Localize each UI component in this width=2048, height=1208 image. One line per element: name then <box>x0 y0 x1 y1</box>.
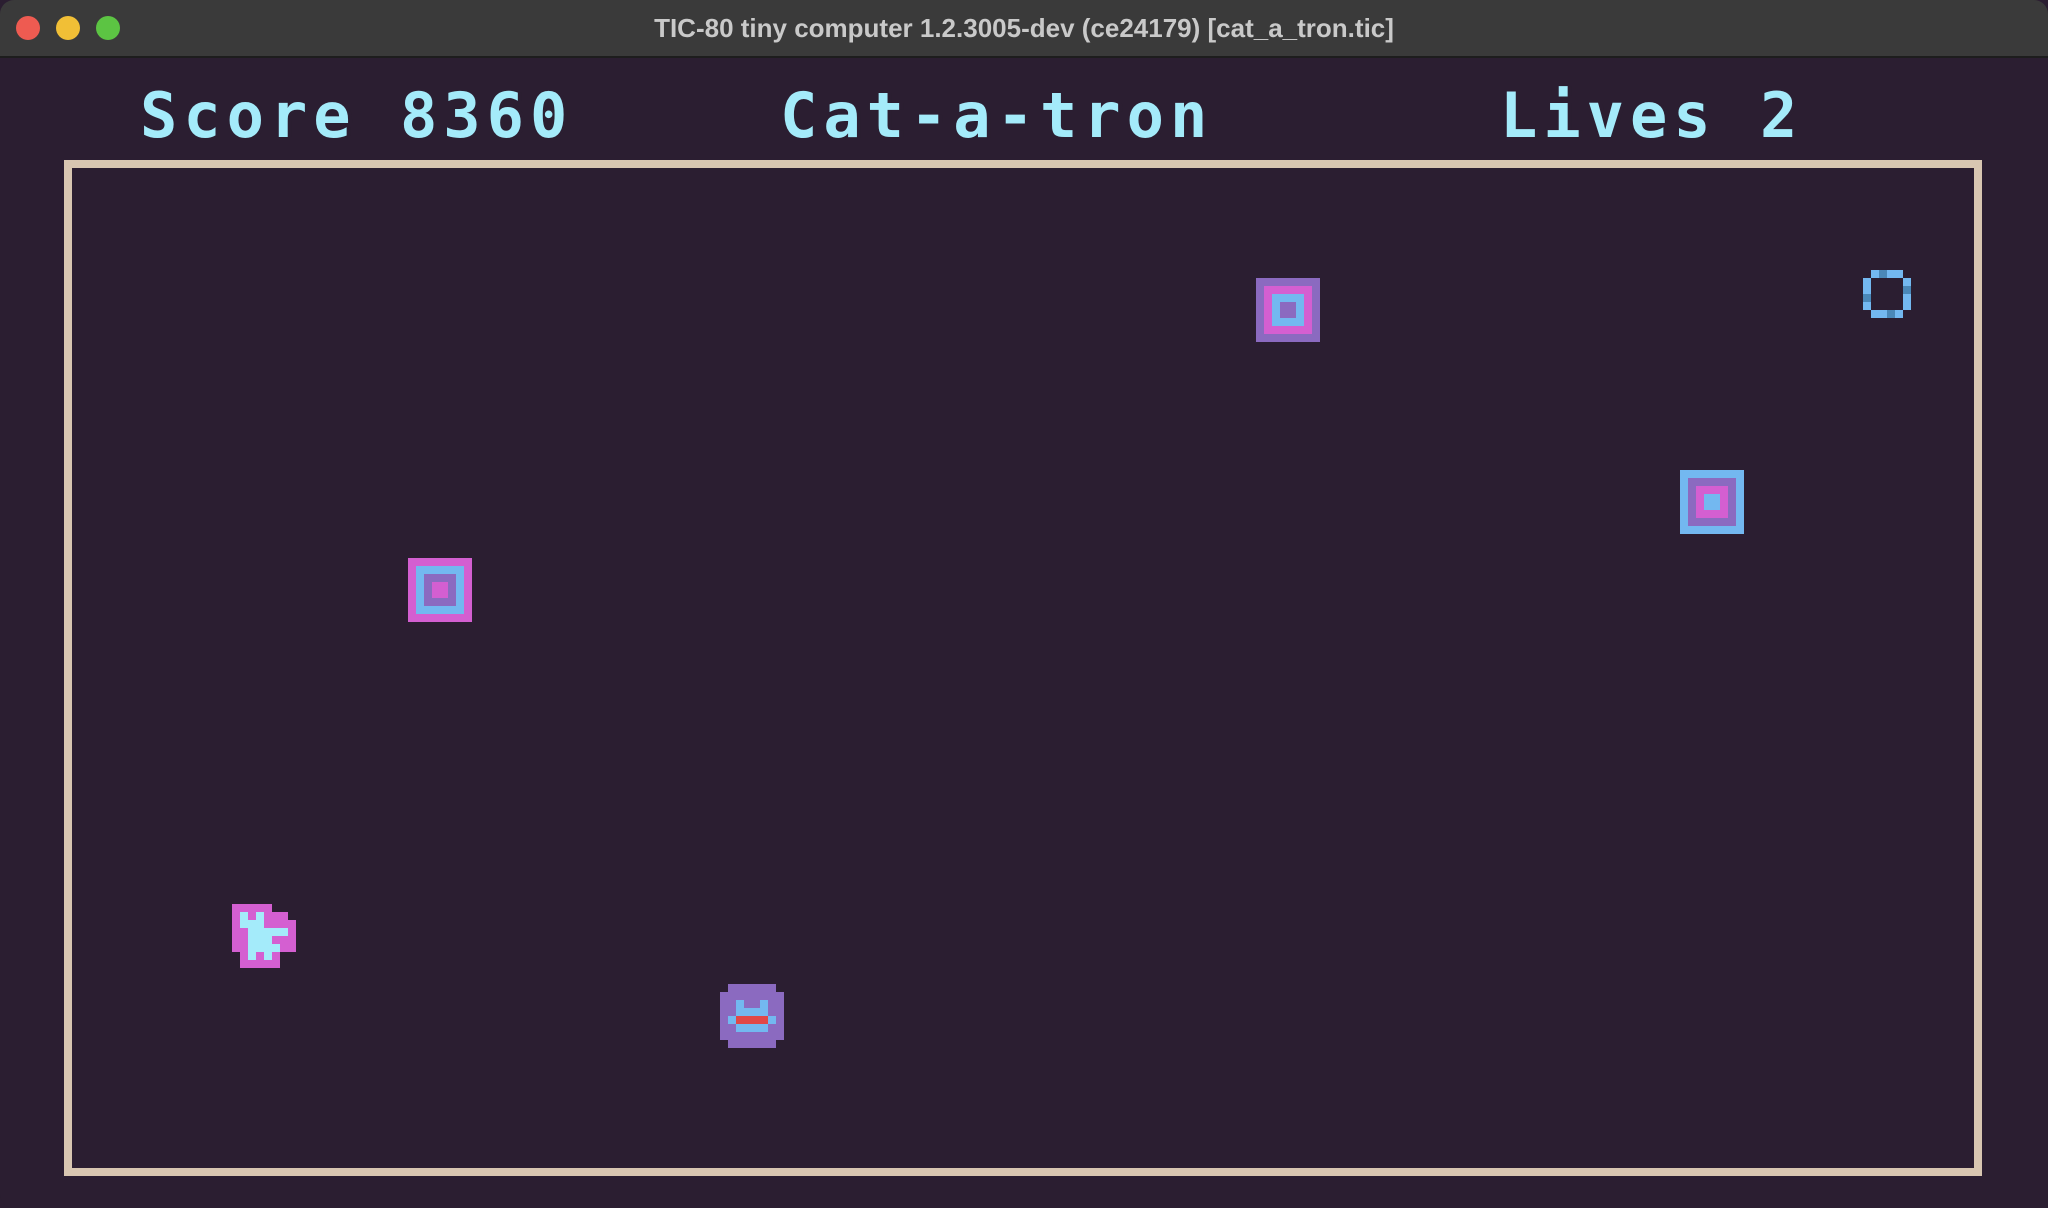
app-window: TIC-80 tiny computer 1.2.3005-dev (ce241… <box>0 0 2048 1208</box>
square-box-icon <box>408 558 472 622</box>
play-arena <box>64 160 1982 1176</box>
game-title: Cat-a-tron <box>780 79 1214 152</box>
square-box-icon <box>1680 470 1744 534</box>
lives-label: Lives 2 <box>1500 79 1804 152</box>
score-label: Score 8360 <box>140 79 574 152</box>
square-box-icon <box>1256 278 1320 342</box>
cat-icon <box>232 904 296 968</box>
title-bar: TIC-80 tiny computer 1.2.3005-dev (ce241… <box>0 0 2048 58</box>
robot-face-icon <box>720 984 784 1048</box>
game-screen[interactable]: Score 8360 Cat-a-tron Lives 2 <box>0 58 2048 1208</box>
ring-icon <box>1863 270 1911 318</box>
window-title: TIC-80 tiny computer 1.2.3005-dev (ce241… <box>654 13 1394 43</box>
